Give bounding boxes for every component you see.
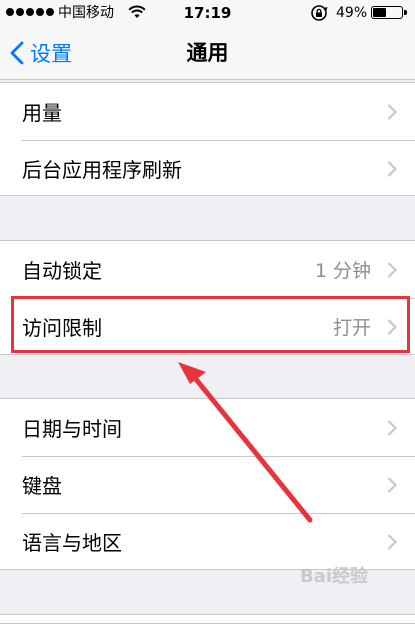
row-label: 自动锁定 bbox=[22, 259, 102, 283]
chevron-right-icon bbox=[387, 419, 397, 436]
navigation-bar: 设置 通用 bbox=[0, 26, 415, 80]
rotation-lock-icon bbox=[310, 4, 328, 26]
row-background-app-refresh[interactable]: 后台应用程序刷新 bbox=[0, 140, 415, 197]
chevron-right-icon bbox=[387, 318, 397, 335]
row-keyboard[interactable]: 键盘 bbox=[0, 456, 415, 513]
row-label: 后台应用程序刷新 bbox=[22, 158, 182, 182]
row-language-region[interactable]: 语言与地区 bbox=[0, 513, 415, 570]
chevron-right-icon bbox=[387, 476, 397, 493]
row-value: 打开 bbox=[332, 317, 371, 339]
chevron-left-icon bbox=[10, 41, 24, 65]
row-label: 语言与地区 bbox=[22, 531, 122, 555]
settings-group-next bbox=[0, 614, 415, 624]
settings-group-locale: 日期与时间 键盘 语言与地区 bbox=[0, 398, 415, 570]
battery-percent: 49% bbox=[336, 5, 368, 21]
chevron-right-icon bbox=[387, 160, 397, 177]
row-label: 日期与时间 bbox=[22, 417, 122, 441]
settings-group-lock: 自动锁定 1 分钟 访问限制 打开 bbox=[0, 240, 415, 355]
row-label: 用量 bbox=[22, 101, 62, 125]
chevron-right-icon bbox=[387, 103, 397, 120]
chevron-right-icon bbox=[387, 533, 397, 550]
row-usage[interactable]: 用量 bbox=[0, 83, 415, 140]
row-label: 访问限制 bbox=[22, 316, 102, 340]
row-restrictions[interactable]: 访问限制 打开 bbox=[0, 298, 415, 355]
battery-icon bbox=[371, 6, 407, 19]
back-button[interactable]: 设置 bbox=[10, 26, 72, 80]
back-button-label: 设置 bbox=[30, 42, 72, 66]
row-value: 1 分钟 bbox=[314, 260, 371, 282]
row-label: 键盘 bbox=[22, 474, 62, 498]
status-bar: 中国移动 17:19 49% bbox=[0, 0, 415, 26]
settings-group-usage: 用量 后台应用程序刷新 bbox=[0, 82, 415, 196]
chevron-right-icon bbox=[387, 261, 397, 278]
row-auto-lock[interactable]: 自动锁定 1 分钟 bbox=[0, 241, 415, 298]
row-date-time[interactable]: 日期与时间 bbox=[0, 399, 415, 456]
